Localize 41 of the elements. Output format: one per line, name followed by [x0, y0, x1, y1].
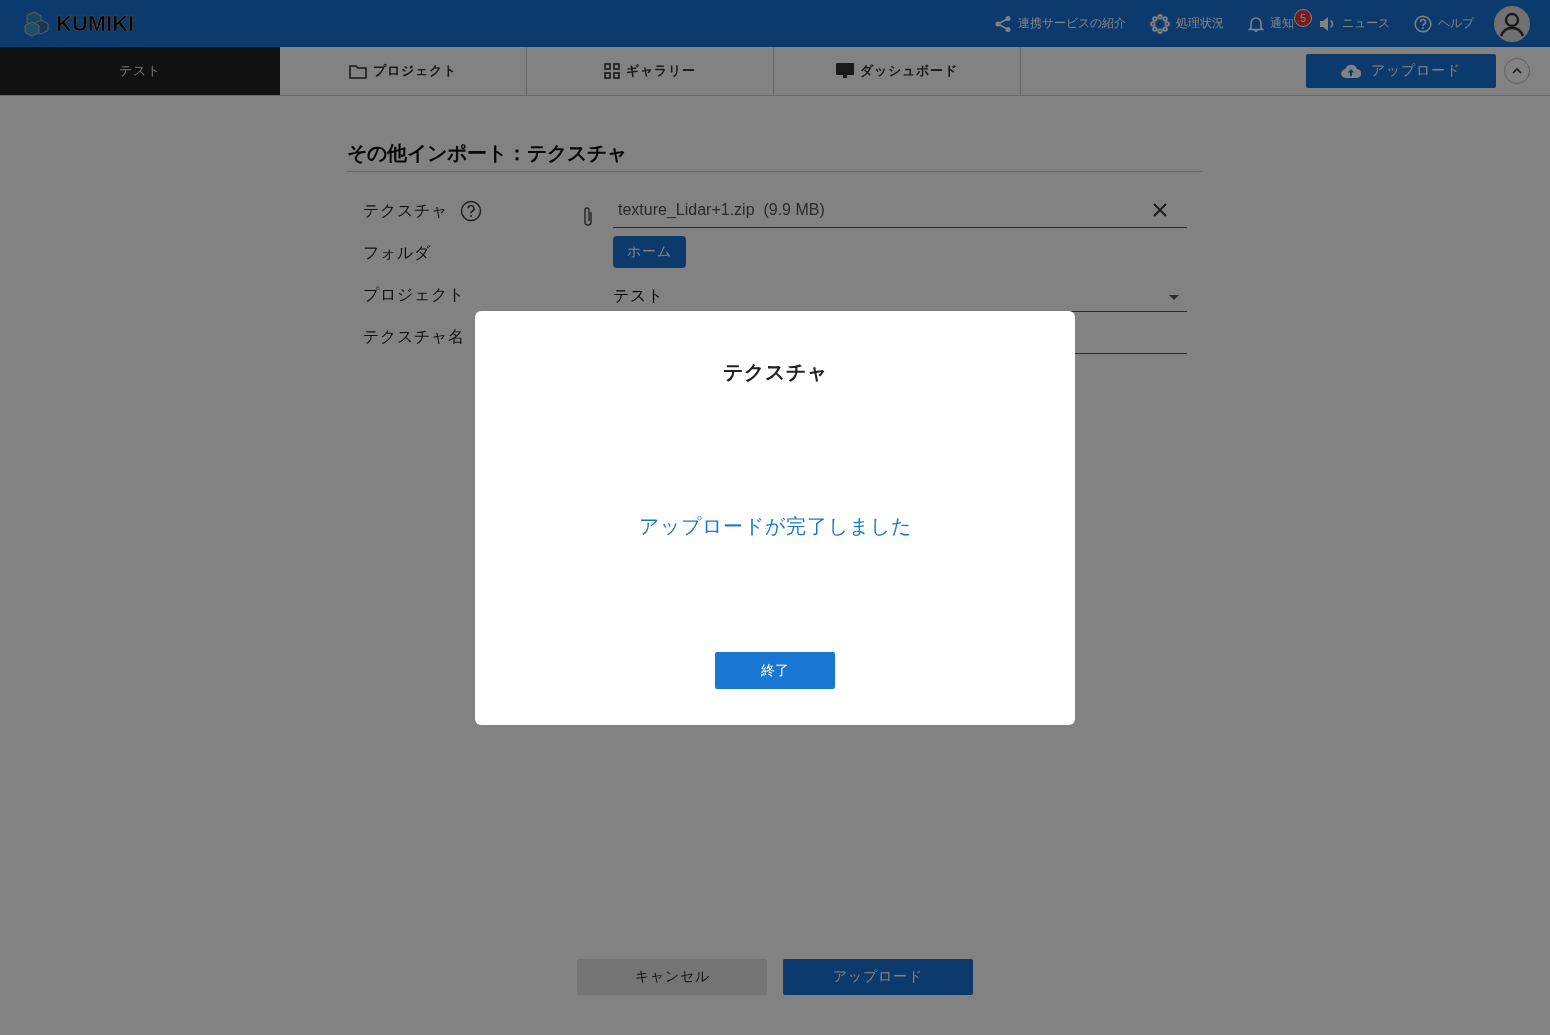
header-link[interactable]: 連携サービスの紹介: [994, 14, 1126, 33]
monitor-icon: [836, 63, 854, 79]
nav-tab[interactable]: プロジェクト: [280, 47, 527, 95]
file-field[interactable]: texture_Lidar+1.zip (9.9 MB): [613, 193, 1187, 228]
page-title: その他インポート：テクスチャ: [347, 140, 1203, 172]
help-icon[interactable]: [460, 200, 482, 222]
nav-tab[interactable]: テスト: [0, 47, 280, 95]
dialog-message: アップロードが完了しました: [638, 514, 912, 539]
dropdown-caret-icon: [1169, 294, 1179, 300]
field-label: フォルダ: [363, 243, 431, 263]
header-link[interactable]: ニュース: [1318, 14, 1390, 33]
logo-text[interactable]: KUMIKI: [56, 10, 135, 37]
nav-tab[interactable]: ギャラリー: [527, 47, 774, 95]
speaker-icon: [1318, 14, 1336, 33]
upload-button[interactable]: アップロード: [1306, 54, 1496, 88]
close-button[interactable]: 終了: [715, 652, 835, 689]
avatar-icon[interactable]: [1494, 5, 1530, 42]
field-label: テクスチャ: [363, 200, 448, 221]
nav-tab[interactable]: ダッシュボード: [774, 47, 1021, 95]
bell-icon: [1248, 14, 1264, 33]
notification-badge: 5: [1294, 8, 1312, 27]
folder-icon: [349, 63, 367, 79]
grid-icon: [604, 63, 620, 79]
header-link[interactable]: 通知: [1248, 14, 1294, 33]
field-label: プロジェクト: [363, 285, 465, 305]
paperclip-icon: [582, 206, 594, 228]
file-name: texture_Lidar+1.zip (9.9 MB): [618, 201, 825, 219]
help-icon: [1414, 14, 1432, 33]
chevron-up-icon: [1512, 68, 1522, 74]
header-link[interactable]: ヘルプ: [1414, 14, 1474, 33]
share-icon: [994, 14, 1012, 33]
gear-icon: [1150, 13, 1170, 34]
cancel-button[interactable]: キャンセル: [577, 959, 767, 995]
close-icon[interactable]: [1153, 203, 1167, 217]
cloud-upload-icon: [1341, 64, 1361, 78]
folder-button[interactable]: ホーム: [613, 236, 686, 268]
dialog-title: テクスチャ: [722, 360, 828, 385]
collapse-button[interactable]: [1504, 58, 1530, 84]
upload-button[interactable]: アップロード: [783, 959, 973, 995]
field-label: テクスチャ名: [363, 327, 465, 347]
header-link[interactable]: 処理状況: [1150, 13, 1224, 34]
